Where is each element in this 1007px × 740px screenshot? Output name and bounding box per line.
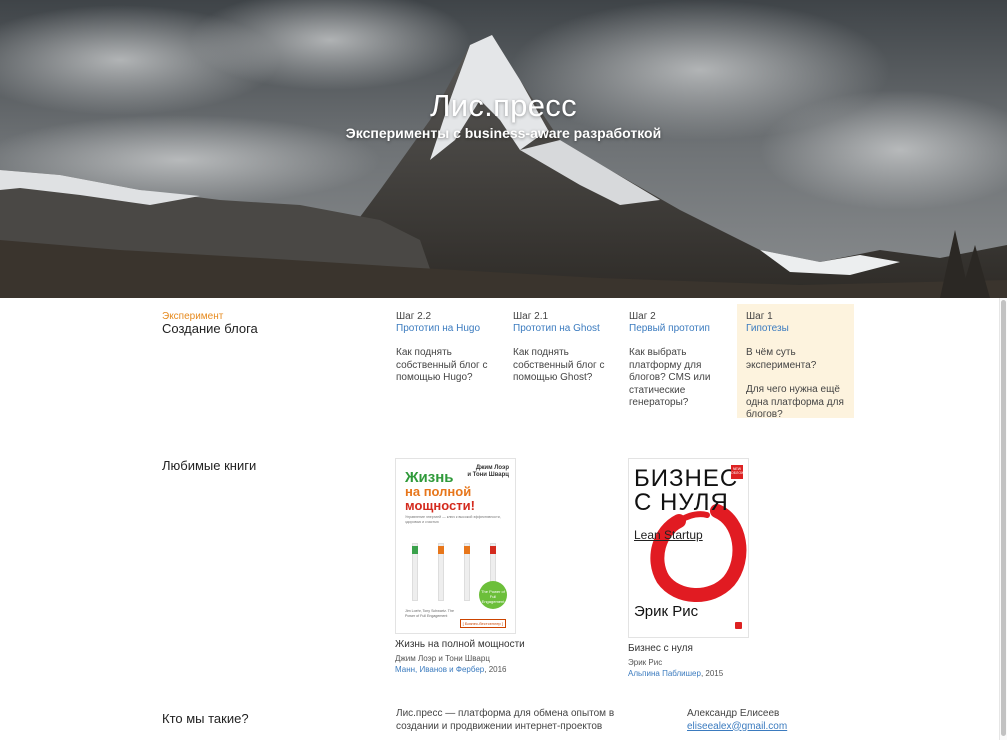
cover-author: Эрик Рис bbox=[634, 603, 699, 620]
step-2-1[interactable]: Шаг 2.1 Прототип на Ghost Как поднять со… bbox=[504, 304, 621, 418]
cover-authors: Джим Лоэр и Тони Шварц bbox=[467, 465, 509, 478]
step-link[interactable]: Прототип на Hugo bbox=[396, 323, 495, 335]
step-question: Как поднять собственный блог с помощью G… bbox=[513, 347, 605, 383]
book-card[interactable]: БИЗНЕС С НУЛЯ Lean Startup Эрик Рис NEW … bbox=[628, 458, 828, 679]
book-title[interactable]: Жизнь на полной мощности bbox=[395, 638, 595, 651]
cover-badge: The Power of Full Engagement bbox=[479, 581, 507, 609]
step-question: Для чего нужна ещё одна платформа для бл… bbox=[746, 384, 844, 420]
book-card[interactable]: Джим Лоэр и Тони Шварц Жизнь на полной м… bbox=[395, 458, 595, 675]
book-author: Джим Лоэр и Тони Шварц bbox=[395, 654, 490, 663]
step-question: Как поднять собственный блог с помощью H… bbox=[396, 347, 488, 383]
cover-tag: [ Бизнес-бестселлер ] bbox=[459, 619, 506, 628]
site-subtitle: Эксперименты с business-aware разработко… bbox=[345, 125, 662, 141]
cover-title-line: на полной bbox=[405, 484, 472, 499]
cover-subtitle: Lean Startup bbox=[634, 528, 703, 542]
step-link[interactable]: Первый прототип bbox=[629, 323, 728, 335]
step-link[interactable]: Прототип на Ghost bbox=[513, 323, 612, 335]
publisher-logo-icon bbox=[735, 622, 742, 629]
book-publisher-link[interactable]: Манн, Иванов и Фербер bbox=[395, 665, 484, 674]
about-heading: Кто мы такие? bbox=[162, 711, 249, 726]
step-number: Шаг 2.2 bbox=[396, 311, 432, 322]
contact-email-link[interactable]: eliseealex@gmail.com bbox=[687, 721, 787, 732]
energy-bar bbox=[464, 543, 470, 601]
experiment-title[interactable]: Создание блога bbox=[162, 321, 258, 336]
book-title[interactable]: Бизнес с нуля bbox=[628, 642, 828, 655]
energy-bar bbox=[412, 543, 418, 601]
book-cover[interactable]: БИЗНЕС С НУЛЯ Lean Startup Эрик Рис NEW … bbox=[628, 458, 749, 638]
books-heading: Любимые книги bbox=[162, 458, 257, 473]
about-text: Лис.пресс — платформа для обмена опытом … bbox=[396, 708, 615, 732]
energy-bar bbox=[438, 543, 444, 601]
contact-block: Александр Елисеев eliseealex@gmail.com bbox=[687, 708, 787, 733]
book-cover[interactable]: Джим Лоэр и Тони Шварц Жизнь на полной м… bbox=[395, 458, 516, 634]
cover-title: БИЗНЕС С НУЛЯ bbox=[634, 465, 739, 516]
cover-badge: NEW ОБЛОЖКА bbox=[731, 465, 748, 479]
scrollbar-thumb[interactable] bbox=[1001, 300, 1006, 736]
contact-name: Александр Елисеев bbox=[687, 708, 780, 719]
cover-subtitle: Управление энергией — ключ к высокой эфф… bbox=[405, 515, 501, 524]
step-2[interactable]: Шаг 2 Первый прототип Как выбрать платфо… bbox=[620, 304, 737, 418]
hero-banner: Лис.пресс Эксперименты с business-aware … bbox=[0, 0, 1007, 298]
step-question: В чём суть эксперимента? bbox=[746, 347, 817, 371]
cover-title-line: мощности! bbox=[405, 498, 475, 513]
step-number: Шаг 2.1 bbox=[513, 311, 549, 322]
book-year: , 2015 bbox=[700, 669, 724, 678]
cover-title-line: Жизнь bbox=[405, 469, 454, 486]
step-number: Шаг 1 bbox=[746, 311, 773, 322]
site-title[interactable]: Лис.пресс bbox=[0, 88, 1007, 124]
step-1[interactable]: Шаг 1 Гипотезы В чём суть эксперимента? … bbox=[737, 304, 854, 420]
step-question: Как выбрать платформу для блогов? CMS ил… bbox=[629, 347, 711, 408]
step-2-2[interactable]: Шаг 2.2 Прототип на Hugo Как поднять соб… bbox=[387, 304, 504, 418]
book-year: , 2016 bbox=[484, 665, 507, 674]
step-link[interactable]: Гипотезы bbox=[746, 323, 845, 335]
book-author: Эрик Рис bbox=[628, 658, 663, 667]
step-number: Шаг 2 bbox=[629, 311, 656, 322]
cover-footer: Jim Loehr, Tony Schwartz. The Power of F… bbox=[405, 609, 455, 618]
mountain-illustration bbox=[0, 0, 1007, 298]
book-publisher-link[interactable]: Альпина Паблишер bbox=[628, 669, 701, 678]
